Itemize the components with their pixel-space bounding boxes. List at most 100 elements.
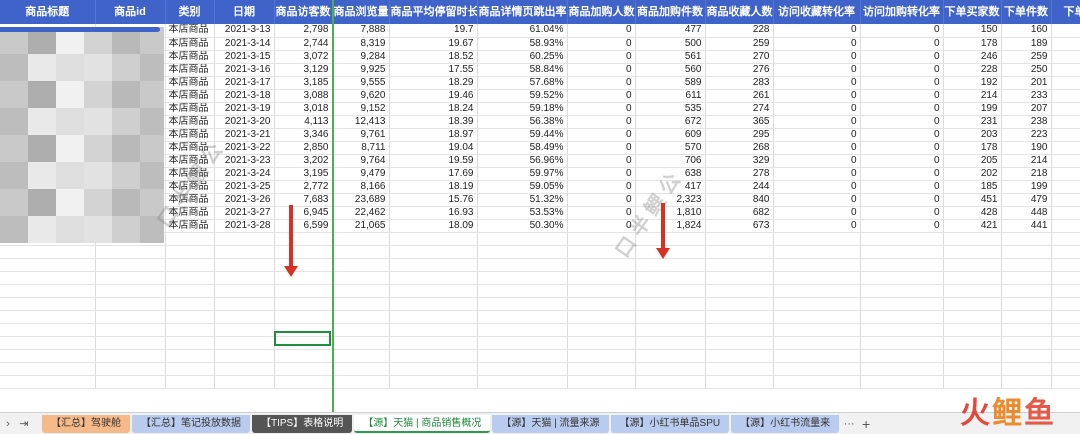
cell-amount[interactable]: 12,634. [1051,167,1080,181]
cell-cart_users[interactable]: 0 [567,115,636,129]
cell-cat[interactable]: 本店商品 [165,102,215,116]
cell-buyers[interactable]: 246 [943,50,1002,64]
cell-cart_rate[interactable]: 0 [860,63,944,77]
cell-date[interactable]: 2021-3-16 [214,63,275,77]
empty-cell[interactable] [567,349,636,363]
cell-cart_users[interactable]: 0 [567,193,636,207]
cell-fav[interactable]: 261 [705,89,774,103]
empty-cell[interactable] [1001,375,1052,389]
column-header[interactable]: 访问加购转化率 [860,0,944,24]
empty-cell[interactable] [943,297,1002,311]
empty-cell[interactable] [1051,232,1080,246]
empty-cell[interactable] [773,375,861,389]
empty-cell[interactable] [332,232,390,246]
empty-cell[interactable] [477,232,568,246]
empty-cell[interactable] [95,258,166,272]
cell-bounce[interactable]: 56.96% [477,154,568,168]
cell-fav[interactable]: 365 [705,115,774,129]
empty-cell[interactable] [943,284,1002,298]
empty-cell[interactable] [214,336,275,350]
spreadsheet[interactable]: 商品标题 商品id 类别 日期 商品访客数 商品浏览量 商品平均停留时长 商品详情页跳出率 商品… [0,0,1080,412]
cell-buyers[interactable]: 428 [943,206,1002,220]
column-header[interactable]: 类别 [165,0,215,24]
cell-fav_rate[interactable]: 0 [773,154,861,168]
empty-cell[interactable] [567,323,636,337]
cell-stay[interactable]: 16.93 [389,206,478,220]
cell-cart_rate[interactable]: 0 [860,37,944,51]
empty-cell[interactable] [332,362,390,376]
empty-cell[interactable] [274,258,333,272]
empty-cell[interactable] [943,232,1002,246]
empty-cell[interactable] [635,284,706,298]
cell-buyers[interactable]: 421 [943,219,1002,233]
empty-cell[interactable] [860,258,944,272]
cell-stay[interactable]: 18.29 [389,76,478,90]
empty-cell[interactable] [567,258,636,272]
cell-views[interactable]: 9,284 [332,50,390,64]
cell-buyers[interactable]: 231 [943,115,1002,129]
empty-cell[interactable] [332,258,390,272]
cell-bounce[interactable]: 57.68% [477,76,568,90]
cell-visitors[interactable]: 6,599 [274,219,333,233]
cell-fav_rate[interactable]: 0 [773,193,861,207]
empty-cell[interactable] [214,375,275,389]
empty-cell[interactable] [773,323,861,337]
empty-cell[interactable] [1051,349,1080,363]
cell-cart_users[interactable]: 0 [567,102,636,116]
empty-cell[interactable] [1051,271,1080,285]
empty-cell[interactable] [567,375,636,389]
cell-date[interactable]: 2021-3-17 [214,76,275,90]
empty-cell[interactable] [705,375,774,389]
cell-buyers[interactable]: 150 [943,24,1002,38]
empty-cell[interactable] [332,336,390,350]
empty-cell[interactable] [389,310,478,324]
cell-views[interactable]: 8,166 [332,180,390,194]
cell-cart_rate[interactable]: 0 [860,219,944,233]
cell-visitors[interactable]: 3,346 [274,128,333,142]
cell-views[interactable]: 9,152 [332,102,390,116]
column-header[interactable]: 商品详情页跳出率 [477,0,568,24]
empty-cell[interactable] [0,362,96,376]
empty-cell[interactable] [705,336,774,350]
empty-cell[interactable] [635,375,706,389]
empty-cell[interactable] [165,245,215,259]
column-header[interactable]: 商品平均停留时长 [389,0,478,24]
empty-cell[interactable] [705,232,774,246]
sheet-tab[interactable]: 【源】小红书流量来 [731,414,840,433]
cell-amount[interactable]: 11,043. [1051,141,1080,155]
empty-cell[interactable] [214,362,275,376]
empty-cell[interactable] [860,323,944,337]
cell-visitors[interactable]: 3,185 [274,76,333,90]
column-header[interactable]: 商品加购人数 [567,0,636,24]
cell-visitors[interactable]: 2,744 [274,37,333,51]
cell-views[interactable]: 9,925 [332,63,390,77]
cell-cat[interactable]: 本店商品 [165,37,215,51]
cell-amount[interactable]: 10,851. [1051,37,1080,51]
empty-cell[interactable] [567,362,636,376]
cell-buyers[interactable]: 185 [943,180,1002,194]
empty-cell[interactable] [477,310,568,324]
cell-date[interactable]: 2021-3-13 [214,24,275,38]
cell-fav[interactable]: 259 [705,37,774,51]
empty-cell[interactable] [567,297,636,311]
cell-fav[interactable]: 278 [705,167,774,181]
empty-cell[interactable] [477,323,568,337]
cell-items[interactable]: 190 [1001,141,1052,155]
empty-cell[interactable] [860,362,944,376]
column-header[interactable]: 商品加购件数 [635,0,706,24]
cell-items[interactable]: 189 [1001,37,1052,51]
cell-items[interactable]: 223 [1001,128,1052,142]
cell-views[interactable]: 21,065 [332,219,390,233]
empty-cell[interactable] [274,310,333,324]
cell-cart_items[interactable]: 561 [635,50,706,64]
cell-visitors[interactable]: 3,195 [274,167,333,181]
cell-amount[interactable]: 9,179. [1051,24,1080,38]
cell-fav[interactable]: 244 [705,180,774,194]
empty-cell[interactable] [635,323,706,337]
cell-bounce[interactable]: 58.49% [477,141,568,155]
empty-cell[interactable] [0,271,96,285]
cell-fav_rate[interactable]: 0 [773,89,861,103]
cell-date[interactable]: 2021-3-26 [214,193,275,207]
cell-views[interactable]: 22,462 [332,206,390,220]
next-sheet-icon[interactable]: › [0,418,16,430]
